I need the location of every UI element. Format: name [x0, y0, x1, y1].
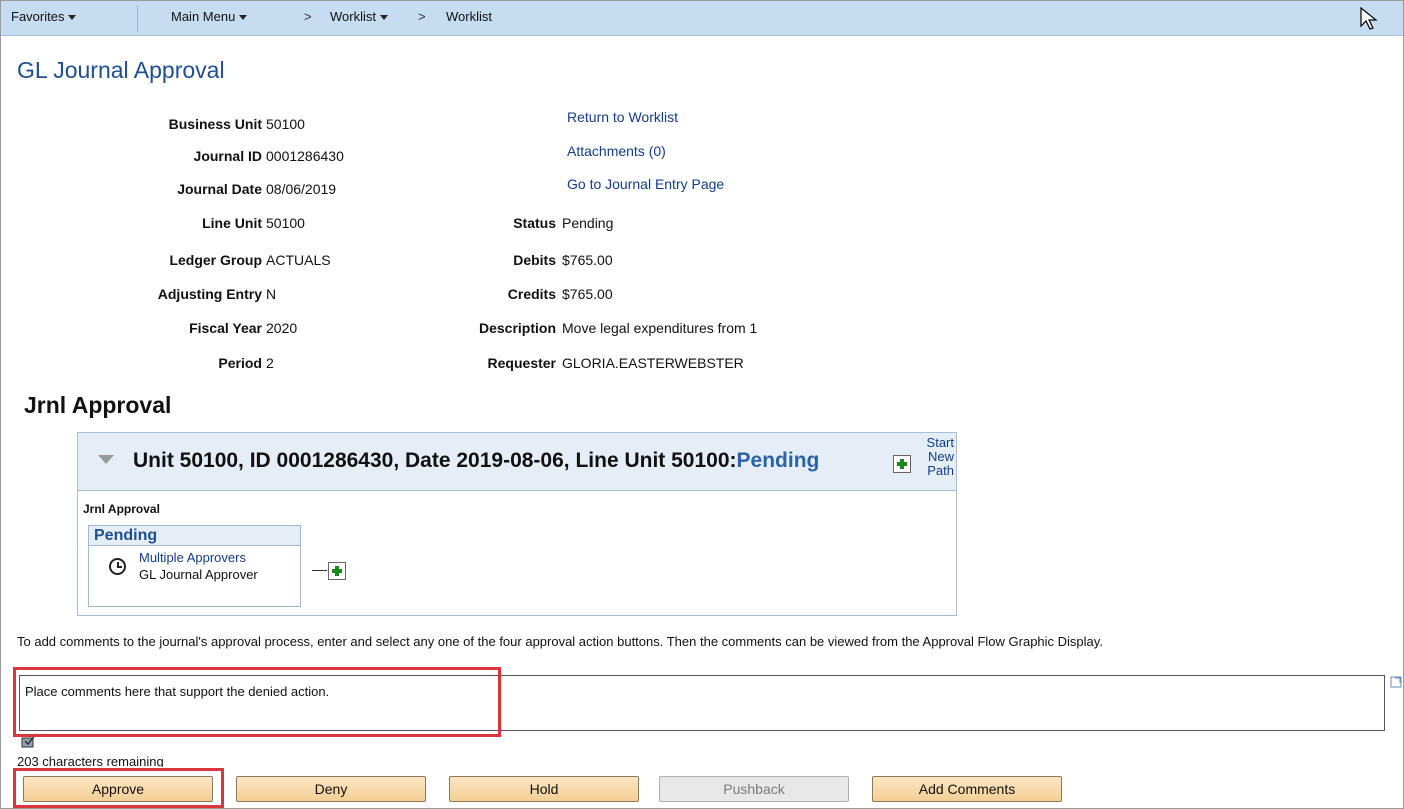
breadcrumb-current: Worklist [446, 9, 492, 24]
mouse-cursor-icon [1360, 7, 1378, 30]
approver-role: GL Journal Approver [139, 567, 258, 582]
description-label: Description [478, 320, 556, 336]
status-value: Pending [562, 215, 614, 231]
fiscal-year-label: Fiscal Year [189, 320, 262, 336]
breadcrumb-worklist[interactable]: Worklist [330, 1, 388, 35]
requester-label: Requester [487, 355, 556, 371]
ledger-group-value: ACTUALS [266, 252, 331, 268]
start-new-path-line3: Path [927, 463, 954, 478]
chevron-down-icon [379, 15, 388, 21]
journal-id-label: Journal ID [193, 148, 262, 164]
journal-date-label: Journal Date [177, 181, 262, 197]
breadcrumb-chevron-icon: > [304, 9, 312, 24]
approve-button[interactable]: Approve [23, 776, 213, 802]
debits-value: $765.00 [562, 252, 613, 268]
approval-sub-title: Jrnl Approval [83, 502, 160, 516]
expand-icon[interactable] [1390, 676, 1402, 688]
add-approver-plus-icon[interactable] [328, 562, 346, 580]
top-nav-bar: Favorites Main Menu > Worklist > Worklis… [1, 1, 1403, 36]
section-title: Jrnl Approval [24, 392, 172, 418]
journal-id-value: 0001286430 [266, 148, 344, 164]
multiple-approvers-link[interactable]: Multiple Approvers [139, 550, 246, 565]
breadcrumb-worklist-label: Worklist [330, 9, 376, 24]
business-unit-label: Business Unit [168, 116, 262, 132]
main-menu[interactable]: Main Menu [171, 1, 248, 35]
line-unit-value: 50100 [266, 215, 305, 231]
breadcrumb-chevron-icon: > [418, 9, 426, 24]
go-to-journal-entry-link[interactable]: Go to Journal Entry Page [567, 176, 724, 192]
period-label: Period [218, 355, 262, 371]
deny-button[interactable]: Deny [236, 776, 426, 802]
pushback-button: Pushback [659, 776, 849, 802]
debits-label: Debits [513, 252, 556, 268]
page-title: GL Journal Approval [17, 57, 225, 83]
credits-value: $765.00 [562, 286, 613, 302]
characters-remaining: 203 characters remaining [17, 754, 164, 767]
stage-status: Pending [89, 526, 300, 546]
start-new-path-line2: New [927, 449, 954, 464]
line-unit-label: Line Unit [202, 215, 262, 231]
approval-header: Unit 50100, ID 0001286430, Date 2019-08-… [78, 433, 956, 491]
credits-label: Credits [507, 286, 556, 302]
adjusting-entry-value: N [266, 286, 277, 302]
period-value: 2 [266, 355, 274, 371]
return-to-worklist-link[interactable]: Return to Worklist [567, 109, 678, 125]
attachments-link[interactable]: Attachments (0) [567, 143, 666, 159]
approval-header-status: Pending [736, 449, 820, 472]
status-label: Status [513, 215, 556, 231]
start-new-path-line1: Start [926, 435, 954, 450]
approval-flow-box: Unit 50100, ID 0001286430, Date 2019-08-… [77, 432, 957, 616]
chevron-down-icon [68, 15, 77, 21]
instructions-text: To add comments to the journal's approva… [17, 634, 1103, 649]
approval-header-text: Unit 50100, ID 0001286430, Date 2019-08-… [133, 449, 819, 473]
nav-divider [137, 5, 138, 32]
favorites-menu[interactable]: Favorites [11, 1, 77, 35]
add-comments-button[interactable]: Add Comments [872, 776, 1062, 802]
approval-stage: Pending Multiple Approvers GL Journal Ap… [88, 525, 301, 607]
business-unit-value: 50100 [266, 116, 305, 132]
chevron-down-icon [239, 15, 248, 21]
spell-check-icon[interactable] [21, 733, 39, 749]
hold-button[interactable]: Hold [449, 776, 639, 802]
requester-value: GLORIA.EASTERWEBSTER [562, 355, 744, 371]
comments-textarea[interactable] [19, 675, 1385, 731]
stage-connector [312, 570, 327, 571]
fiscal-year-value: 2020 [266, 320, 298, 336]
adjusting-entry-label: Adjusting Entry [157, 286, 262, 302]
collapse-triangle-icon[interactable] [98, 455, 114, 464]
ledger-group-label: Ledger Group [169, 252, 262, 268]
approval-header-summary: Unit 50100, ID 0001286430, Date 2019-08-… [133, 449, 737, 472]
add-path-plus-icon[interactable] [893, 455, 911, 473]
journal-date-value: 08/06/2019 [266, 181, 337, 197]
favorites-label: Favorites [11, 9, 65, 24]
description-value: Move legal expenditures from 1 [562, 320, 758, 336]
start-new-path-link[interactable]: Start New Path [910, 436, 954, 478]
clock-icon [109, 558, 126, 575]
main-menu-label: Main Menu [171, 9, 236, 24]
